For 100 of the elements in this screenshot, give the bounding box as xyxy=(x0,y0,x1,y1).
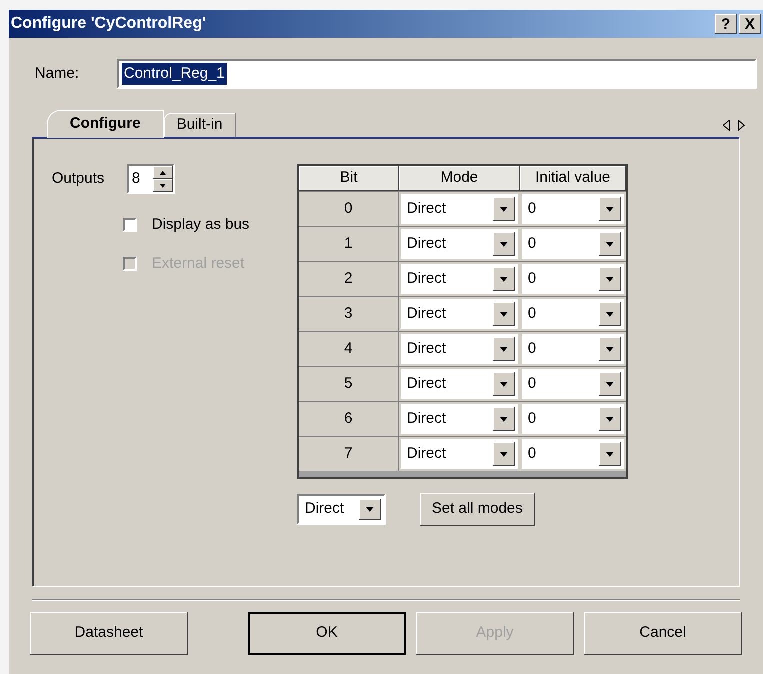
dropdown-button[interactable] xyxy=(599,372,621,396)
outputs-label: Outputs xyxy=(52,168,106,189)
initial-value-dropdown[interactable]: 0 xyxy=(522,299,624,329)
help-button[interactable]: ? xyxy=(715,14,737,34)
combo-value: 0 xyxy=(527,234,538,254)
dropdown-button[interactable] xyxy=(493,267,515,291)
table-cell: 7 xyxy=(299,437,399,471)
dropdown-button[interactable] xyxy=(599,337,621,361)
scroll-left-icon[interactable] xyxy=(723,120,730,131)
spinner-value: 8 xyxy=(131,168,142,189)
tab[interactable]: Built-in xyxy=(164,113,236,137)
caret-icon xyxy=(606,206,614,212)
dropdown-button[interactable] xyxy=(599,267,621,291)
combo-value: 0 xyxy=(527,374,538,394)
caret-icon xyxy=(500,276,508,282)
combo-value: Direct xyxy=(406,304,448,324)
combo-value: Direct xyxy=(406,374,448,394)
dialog-button[interactable]: Datasheet xyxy=(30,612,188,655)
combo-value: Direct xyxy=(406,444,448,464)
column-header[interactable]: Initial value xyxy=(520,166,626,191)
mode-dropdown[interactable]: Direct xyxy=(401,264,518,294)
dropdown-button[interactable] xyxy=(599,407,621,431)
dropdown-button[interactable] xyxy=(359,499,381,520)
combo-value: 0 xyxy=(527,304,538,324)
dropdown-button[interactable] xyxy=(599,232,621,256)
mode-dropdown[interactable]: Direct xyxy=(299,496,384,523)
dropdown-button[interactable] xyxy=(493,442,515,466)
outputs-spinner[interactable]: 8 xyxy=(127,164,175,194)
table-cell: 2 xyxy=(299,262,399,296)
caret-icon xyxy=(606,382,614,386)
spin-up-button[interactable] xyxy=(153,166,173,179)
name-label: Name: xyxy=(35,64,80,84)
mode-dropdown[interactable]: Direct xyxy=(401,334,518,364)
table-cell: 6 xyxy=(299,402,399,436)
dropdown-button[interactable] xyxy=(599,197,621,221)
table-cell: 1 xyxy=(299,227,399,261)
caret-icon xyxy=(500,346,508,352)
combo-value: Direct xyxy=(406,198,448,219)
caret-icon xyxy=(500,452,508,456)
window-title: Configure 'CyControlReg' xyxy=(11,14,208,34)
caret-icon xyxy=(500,382,508,386)
checkbox-label: Display as bus xyxy=(152,215,250,235)
combo-value: 0 xyxy=(527,268,538,289)
table-cell: 5 xyxy=(299,367,399,401)
caret-icon xyxy=(500,242,508,246)
dropdown-button[interactable] xyxy=(599,442,621,466)
caret-icon xyxy=(606,416,614,422)
mode-dropdown[interactable]: Direct xyxy=(401,229,518,259)
combo-value: Direct xyxy=(406,234,448,254)
dialog-button[interactable]: OK xyxy=(248,612,406,655)
set-all-modes-button[interactable]: Set all modes xyxy=(420,493,535,526)
table-cell: 0 xyxy=(299,192,399,226)
name-field[interactable]: Control_Reg_1 xyxy=(117,59,757,89)
caret-icon xyxy=(366,507,374,512)
caret-icon xyxy=(500,206,508,212)
table-cell: 4 xyxy=(299,332,399,366)
combo-value: Direct xyxy=(304,499,346,520)
caret-icon xyxy=(606,312,614,316)
scroll-right-icon[interactable] xyxy=(738,120,745,131)
initial-value-dropdown[interactable]: 0 xyxy=(522,334,624,364)
dropdown-button[interactable] xyxy=(493,372,515,396)
initial-value-dropdown[interactable]: 0 xyxy=(522,229,624,259)
combo-value: 0 xyxy=(527,198,538,219)
dropdown-button[interactable] xyxy=(493,197,515,221)
caret-icon xyxy=(500,416,508,422)
dialog-button[interactable]: Cancel xyxy=(584,612,742,655)
initial-value-dropdown[interactable]: 0 xyxy=(522,404,624,434)
mode-dropdown[interactable]: Direct xyxy=(401,439,518,469)
tab[interactable]: Configure xyxy=(47,110,164,138)
down-arrow-icon xyxy=(160,184,166,188)
column-header[interactable]: Bit xyxy=(299,166,399,191)
dropdown-button[interactable] xyxy=(493,337,515,361)
combo-value: Direct xyxy=(406,408,448,429)
dropdown-button[interactable] xyxy=(493,302,515,326)
combo-value: Direct xyxy=(406,338,448,359)
initial-value-dropdown[interactable]: 0 xyxy=(522,369,624,399)
mode-dropdown[interactable]: Direct xyxy=(401,404,518,434)
mode-dropdown[interactable]: Direct xyxy=(401,299,518,329)
mode-dropdown[interactable]: Direct xyxy=(401,194,518,224)
caret-icon xyxy=(606,242,614,246)
combo-value: 0 xyxy=(527,444,538,464)
combo-value: 0 xyxy=(527,408,538,429)
combo-value: 0 xyxy=(527,338,538,359)
table-cell: 3 xyxy=(299,297,399,331)
checkbox[interactable] xyxy=(123,218,137,232)
combo-value: Direct xyxy=(406,268,448,289)
initial-value-dropdown[interactable]: 0 xyxy=(522,194,624,224)
caret-icon xyxy=(606,452,614,456)
spin-down-button[interactable] xyxy=(153,179,173,192)
dropdown-button[interactable] xyxy=(599,302,621,326)
caret-icon xyxy=(606,346,614,352)
caret-icon xyxy=(500,312,508,316)
initial-value-dropdown[interactable]: 0 xyxy=(522,439,624,469)
mode-dropdown[interactable]: Direct xyxy=(401,369,518,399)
close-button[interactable]: X xyxy=(739,14,761,34)
name-value: Control_Reg_1 xyxy=(122,62,227,86)
initial-value-dropdown[interactable]: 0 xyxy=(522,264,624,294)
dropdown-button[interactable] xyxy=(493,407,515,431)
column-header[interactable]: Mode xyxy=(399,166,520,191)
dropdown-button[interactable] xyxy=(493,232,515,256)
